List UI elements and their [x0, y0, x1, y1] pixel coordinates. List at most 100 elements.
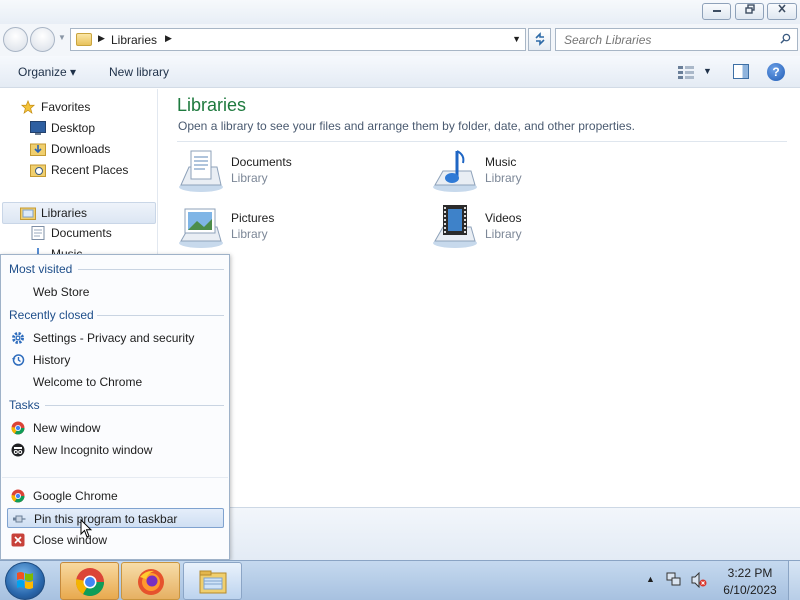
network-icon[interactable] [666, 572, 682, 587]
nav-documents[interactable]: Documents [30, 223, 150, 243]
chrome-icon [76, 568, 104, 596]
search-input[interactable] [564, 32, 774, 48]
search-icon[interactable] [780, 33, 791, 44]
nav-recent-places[interactable]: Recent Places [30, 160, 150, 180]
help-icon[interactable]: ? [767, 63, 785, 81]
music-library-icon [433, 150, 477, 192]
taskbar-explorer[interactable] [183, 562, 242, 600]
show-desktop-button[interactable] [788, 561, 800, 600]
firefox-icon [138, 569, 164, 595]
minimize-icon [712, 10, 721, 12]
breadcrumb-libraries[interactable]: Libraries [111, 33, 157, 47]
jumplist-header-most-visited: Most visited [9, 262, 73, 276]
nav-downloads[interactable]: Downloads [30, 139, 150, 159]
volume-muted-icon[interactable] [691, 572, 707, 588]
breadcrumb-arrow-icon[interactable]: ▶ [98, 33, 105, 44]
refresh-icon [534, 32, 545, 46]
details-pane [159, 507, 800, 560]
preview-pane-icon[interactable] [733, 64, 749, 79]
jumplist-item-history[interactable]: History [7, 350, 224, 370]
nav-libraries[interactable]: Libraries [2, 202, 156, 224]
minimize-button[interactable] [702, 3, 731, 20]
jumplist-item-google-chrome[interactable]: Google Chrome [7, 486, 224, 506]
nav-label: Documents [51, 226, 112, 240]
jumplist-item-label: New Incognito window [33, 443, 153, 457]
divider [97, 315, 224, 316]
clock-time[interactable]: 3:22 PM [722, 566, 778, 580]
jumplist-item-label: Close window [33, 533, 108, 547]
library-pictures[interactable]: Pictures Library [177, 203, 407, 253]
gear-icon [12, 332, 24, 344]
mouse-pointer-icon [80, 519, 92, 538]
jumplist-item-web-store[interactable]: Web Store [7, 282, 224, 302]
address-dropdown-icon[interactable]: ▼ [512, 34, 521, 44]
library-type: Library [485, 171, 522, 185]
jumplist-item-welcome[interactable]: Welcome to Chrome [7, 372, 224, 392]
documents-icon [31, 226, 45, 240]
jumplist-item-label: History [33, 353, 71, 367]
taskbar: ▲ 3:22 PM 6/10/2023 [0, 560, 800, 600]
jumplist-header-recently-closed: Recently closed [9, 308, 94, 322]
nav-label: Recent Places [51, 163, 129, 177]
change-view-icon[interactable] [678, 65, 694, 79]
restore-button[interactable] [735, 3, 764, 20]
start-button[interactable] [5, 562, 45, 600]
library-name: Pictures [231, 211, 275, 225]
folder-icon [199, 570, 227, 594]
jumplist-item-label: New window [33, 421, 101, 435]
address-bar[interactable]: ▶ Libraries ▶ ▼ [70, 28, 526, 51]
library-videos[interactable]: Videos Library [431, 203, 661, 253]
library-type: Library [231, 227, 268, 241]
taskbar-firefox[interactable] [121, 562, 180, 600]
taskbar-chrome[interactable] [60, 562, 119, 600]
view-options-dropdown-icon[interactable]: ▼ [703, 66, 712, 76]
jumplist-item-pin-to-taskbar[interactable]: Pin this program to taskbar [7, 508, 224, 528]
jumplist-item-label: Welcome to Chrome [33, 375, 143, 389]
library-music[interactable]: Music Library [431, 147, 661, 197]
library-name: Music [485, 155, 517, 169]
breadcrumb-arrow-icon[interactable]: ▶ [165, 33, 172, 44]
divider [78, 269, 224, 270]
show-hidden-icons-button[interactable]: ▲ [646, 574, 655, 584]
jumplist-item-new-window[interactable]: New window [7, 418, 224, 438]
documents-library-icon [179, 150, 223, 192]
refresh-button[interactable] [528, 28, 551, 51]
incognito-icon [11, 443, 25, 457]
jumplist-item-close-window[interactable]: Close window [7, 530, 224, 550]
close-window-icon [11, 533, 25, 547]
clock-date[interactable]: 6/10/2023 [719, 583, 781, 597]
recent-pages-dropdown-icon[interactable]: ▼ [58, 33, 66, 42]
library-type: Library [231, 171, 268, 185]
chrome-icon [11, 421, 25, 435]
jumplist-item-label: Google Chrome [33, 489, 118, 503]
downloads-folder-icon [30, 143, 46, 156]
divider [177, 141, 787, 142]
library-documents[interactable]: Documents Library [177, 147, 407, 197]
content-pane: Libraries Open a library to see your fil… [159, 89, 800, 507]
back-button[interactable] [3, 27, 28, 52]
address-row: ▼ ▶ Libraries ▶ ▼ [0, 24, 800, 56]
organize-button[interactable]: Organize ▾ [18, 65, 76, 79]
new-library-button[interactable]: New library [109, 65, 169, 79]
library-name: Documents [231, 155, 292, 169]
jumplist-item-label: Web Store [33, 285, 90, 299]
title-bar [0, 0, 800, 24]
forward-button[interactable] [30, 27, 55, 52]
search-box[interactable] [555, 28, 798, 51]
divider [45, 405, 224, 406]
jumplist-header-tasks: Tasks [9, 398, 40, 412]
nav-desktop[interactable]: Desktop [30, 118, 150, 138]
nav-label: Favorites [41, 100, 91, 114]
jumplist-item-settings[interactable]: Settings - Privacy and security [7, 328, 224, 348]
libraries-folder-icon [76, 33, 92, 46]
close-button[interactable] [767, 3, 797, 20]
nav-label: Libraries [41, 206, 88, 220]
library-type: Library [485, 227, 522, 241]
chrome-icon [11, 489, 25, 503]
desktop-icon [30, 121, 46, 135]
nav-favorites[interactable]: Favorites [20, 97, 150, 117]
page-title: Libraries [177, 95, 247, 115]
history-icon [12, 354, 25, 366]
jumplist-item-label: Pin this program to taskbar [34, 512, 178, 526]
jumplist-item-new-incognito[interactable]: New Incognito window [7, 440, 224, 460]
